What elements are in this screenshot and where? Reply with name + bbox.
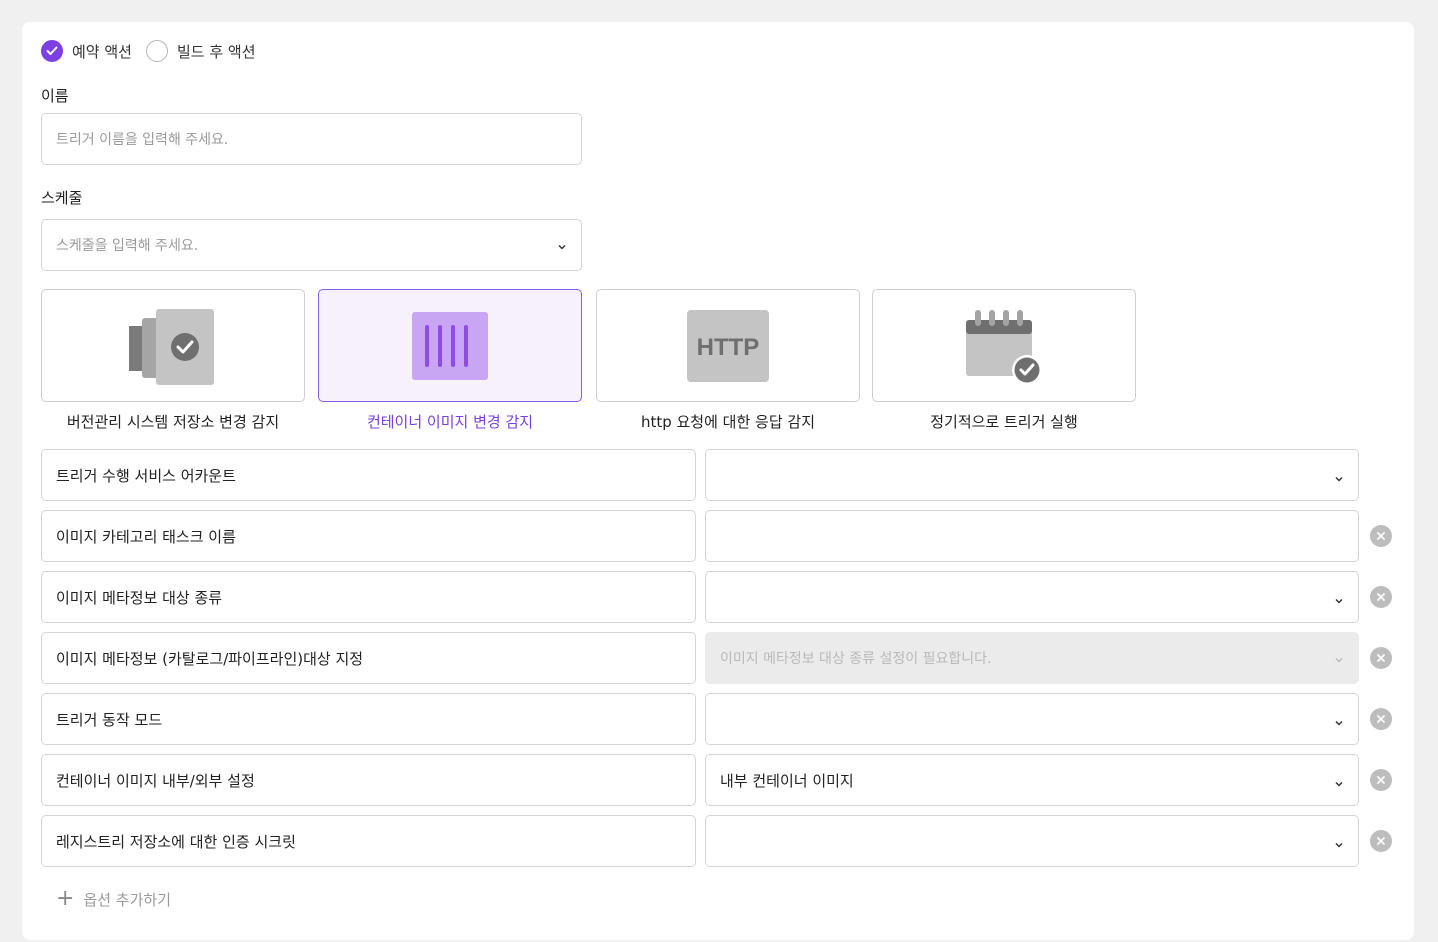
tile-periodic-trigger-box[interactable] [872, 289, 1136, 402]
option-key-text: 이미지 메타정보 (카탈로그/파이프라인)대상 지정 [56, 649, 364, 668]
remove-option-button[interactable] [1370, 708, 1392, 730]
chevron-down-icon [1334, 836, 1344, 854]
chevron-down-icon [1334, 714, 1344, 732]
chevron-down-icon [1334, 775, 1344, 793]
option-key-text: 이미지 카테고리 태스크 이름 [56, 527, 236, 546]
tile-http-response[interactable]: HTTP http 요청에 대한 응답 감지 [596, 289, 860, 432]
close-icon [1377, 837, 1385, 845]
chevron-down-icon [1334, 592, 1344, 610]
http-icon: HTTP [687, 309, 769, 382]
schedule-placeholder: 스케줄을 입력해 주세요. [56, 238, 199, 254]
option-row: 컨테이너 이미지 내부/외부 설정 내부 컨테이너 이미지 [41, 754, 1401, 806]
radio-scheduled-action-label: 예약 액션 [72, 42, 132, 61]
tile-container-image-change-box[interactable] [318, 289, 582, 402]
option-value-text: 이미지 메타정보 대상 종류 설정이 필요합니다. [720, 651, 992, 667]
tile-container-image-change-label: 컨테이너 이미지 변경 감지 [366, 413, 534, 431]
tile-container-image-change[interactable]: 컨테이너 이미지 변경 감지 [318, 289, 582, 432]
radio-checked-icon [41, 40, 63, 62]
option-key-field[interactable]: 이미지 카테고리 태스크 이름 [41, 510, 696, 562]
trigger-name-placeholder: 트리거 이름을 입력해 주세요. [56, 132, 229, 148]
radio-unchecked-icon [145, 40, 168, 62]
remove-option-button[interactable] [1370, 647, 1392, 669]
chevron-down-icon [557, 240, 567, 256]
option-row: 이미지 카테고리 태스크 이름 [41, 510, 1401, 562]
option-key-text: 컨테이너 이미지 내부/외부 설정 [56, 771, 255, 790]
add-option-label: 옵션 추가하기 [83, 890, 172, 909]
tile-repository-change-box[interactable] [41, 289, 305, 402]
option-value-select[interactable]: 내부 컨테이너 이미지 [705, 754, 1359, 806]
close-icon [1377, 715, 1385, 723]
option-key-field[interactable]: 레지스트리 저장소에 대한 인증 시크릿 [41, 815, 696, 867]
option-value-text: 내부 컨테이너 이미지 [720, 771, 854, 790]
radio-scheduled-action[interactable]: 예약 액션 [41, 40, 132, 62]
action-type-radio-group: 예약 액션 빌드 후 액션 [41, 40, 270, 62]
option-value-input[interactable] [705, 510, 1359, 562]
option-value-select[interactable] [705, 693, 1359, 745]
chevron-down-icon [1334, 653, 1344, 669]
tile-repository-change[interactable]: 버전관리 시스템 저장소 변경 감지 [41, 289, 305, 432]
option-value-select[interactable] [705, 815, 1359, 867]
repository-check-icon [129, 308, 214, 385]
option-key-field[interactable]: 트리거 수행 서비스 어카운트 [41, 449, 696, 501]
radio-post-build-action[interactable]: 빌드 후 액션 [145, 40, 256, 62]
option-key-field[interactable]: 이미지 메타정보 대상 종류 [41, 571, 696, 623]
radio-post-build-action-label: 빌드 후 액션 [176, 42, 256, 61]
remove-option-button[interactable] [1370, 586, 1392, 608]
option-row: 이미지 메타정보 대상 종류 [41, 571, 1401, 623]
chevron-down-icon [1334, 470, 1344, 488]
option-key-text: 트리거 수행 서비스 어카운트 [56, 466, 236, 485]
name-label: 이름 [41, 87, 69, 105]
option-row: 트리거 동작 모드 [41, 693, 1401, 745]
calendar-check-icon [966, 309, 1042, 385]
trigger-form-card: 예약 액션 빌드 후 액션 이름 트리거 이름을 입력해 주세요. 스케줄 스케… [22, 22, 1414, 940]
schedule-select[interactable]: 스케줄을 입력해 주세요. [41, 219, 582, 271]
close-icon [1377, 654, 1385, 662]
container-image-icon [412, 311, 488, 380]
tile-periodic-trigger-label: 정기적으로 트리거 실행 [930, 413, 1078, 431]
close-icon [1377, 532, 1385, 540]
option-key-text: 레지스트리 저장소에 대한 인증 시크릿 [56, 832, 296, 851]
option-row: 이미지 메타정보 (카탈로그/파이프라인)대상 지정 이미지 메타정보 대상 종… [41, 632, 1401, 684]
close-icon [1377, 593, 1385, 601]
remove-option-button[interactable] [1370, 525, 1392, 547]
option-value-select[interactable] [705, 449, 1359, 501]
option-key-field[interactable]: 이미지 메타정보 (카탈로그/파이프라인)대상 지정 [41, 632, 696, 684]
option-row: 트리거 수행 서비스 어카운트 [41, 449, 1401, 501]
remove-option-button[interactable] [1370, 830, 1392, 852]
option-row: 레지스트리 저장소에 대한 인증 시크릿 [41, 815, 1401, 867]
trigger-name-input[interactable]: 트리거 이름을 입력해 주세요. [41, 113, 582, 165]
option-value-select[interactable] [705, 571, 1359, 623]
option-key-field[interactable]: 트리거 동작 모드 [41, 693, 696, 745]
option-value-select-disabled: 이미지 메타정보 대상 종류 설정이 필요합니다. [705, 632, 1359, 684]
remove-option-button[interactable] [1370, 769, 1392, 791]
option-key-text: 이미지 메타정보 대상 종류 [56, 588, 223, 607]
option-key-text: 트리거 동작 모드 [56, 710, 163, 729]
close-icon [1377, 776, 1385, 784]
plus-icon: + [56, 886, 75, 911]
tile-repository-change-label: 버전관리 시스템 저장소 변경 감지 [66, 413, 280, 431]
http-icon-text: HTTP [697, 334, 760, 361]
add-option-button[interactable]: + 옵션 추가하기 [56, 888, 171, 910]
option-key-field[interactable]: 컨테이너 이미지 내부/외부 설정 [41, 754, 696, 806]
tile-periodic-trigger[interactable]: 정기적으로 트리거 실행 [872, 289, 1136, 432]
schedule-label: 스케줄 [41, 189, 83, 207]
tile-http-response-box[interactable]: HTTP [596, 289, 860, 402]
tile-http-response-label: http 요청에 대한 응답 감지 [640, 413, 816, 431]
